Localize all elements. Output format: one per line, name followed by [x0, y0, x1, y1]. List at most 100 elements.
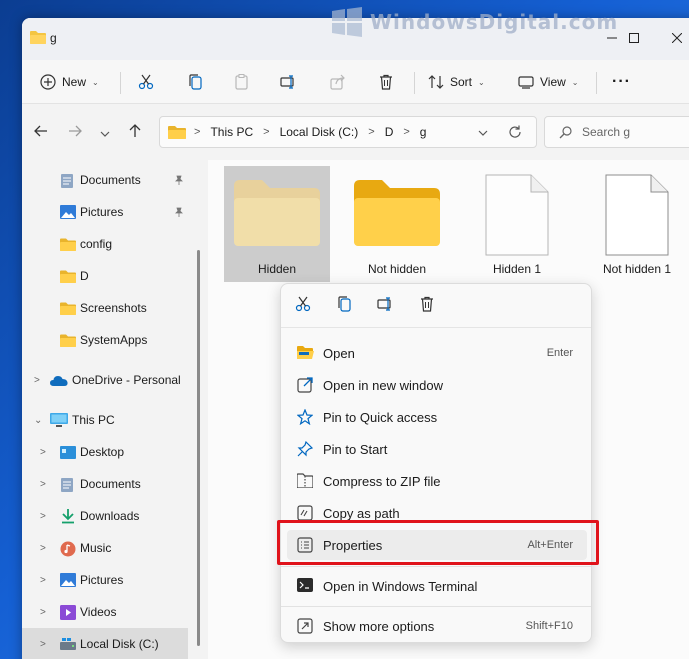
drive-icon	[60, 638, 76, 653]
chevron-right-icon: >	[40, 606, 46, 618]
sidebar-item-pictures[interactable]: > Pictures	[22, 564, 206, 596]
sidebar-item-videos[interactable]: > Videos	[22, 596, 206, 628]
breadcrumb-d[interactable]: D	[385, 125, 394, 139]
copy-menu-button[interactable]	[337, 296, 353, 315]
sidebar-item-label: Desktop	[80, 445, 125, 459]
menu-item-show-more-options[interactable]: Show more options Shift+F10	[287, 611, 587, 641]
sidebar-item-label: Pictures	[80, 205, 124, 219]
breadcrumb-g[interactable]: g	[420, 125, 427, 139]
sidebar-item-this-pc[interactable]: ⌄ This PC	[22, 404, 206, 436]
menu-item-open[interactable]: Open Enter	[287, 338, 587, 368]
sidebar-item-documents[interactable]: > Documents	[22, 468, 206, 500]
sidebar-item-screenshots[interactable]: Screenshots	[22, 292, 206, 324]
window-title: g	[50, 31, 57, 45]
delete-menu-button[interactable]	[419, 296, 435, 315]
view-button[interactable]: View ⌄	[518, 68, 579, 96]
menu-item-pin-to-quick-access[interactable]: Pin to Quick access	[287, 402, 587, 432]
sidebar-item-documents-quick[interactable]: Documents	[22, 164, 206, 196]
star-icon	[296, 408, 314, 428]
refresh-button[interactable]	[508, 125, 522, 142]
sidebar-item-onedrive[interactable]: > OneDrive - Personal	[22, 364, 206, 396]
sidebar-scrollbar[interactable]	[197, 250, 200, 646]
back-button[interactable]	[34, 124, 48, 141]
file-item-hidden[interactable]: Hidden	[224, 166, 330, 282]
breadcrumb-separator-icon: >	[263, 126, 270, 138]
sidebar-item-label: Screenshots	[80, 301, 147, 315]
sidebar-item-label: Videos	[80, 605, 117, 619]
rename-button[interactable]	[280, 68, 298, 96]
documents-icon	[60, 173, 74, 192]
sort-button[interactable]: Sort ⌄	[428, 68, 485, 96]
chevron-right-icon: >	[40, 574, 46, 586]
navigation-pane: Documents Pictures config D Screenshots …	[22, 160, 206, 659]
documents-icon	[60, 477, 74, 496]
copy-button[interactable]	[188, 68, 204, 96]
maximize-button[interactable]	[619, 26, 649, 50]
breadcrumb-this-pc[interactable]: This PC	[210, 125, 253, 139]
menu-item-open-in-new-window[interactable]: Open in new window	[287, 370, 587, 400]
share-button[interactable]	[330, 68, 346, 96]
file-item-hidden-1[interactable]: Hidden 1	[464, 166, 570, 282]
breadcrumb-local-disk[interactable]: Local Disk (C:)	[280, 125, 359, 139]
delete-button[interactable]	[378, 68, 394, 96]
sidebar-item-local-disk[interactable]: > Local Disk (C:)	[22, 628, 188, 659]
forward-button[interactable]	[68, 124, 82, 141]
menu-item-open-in-windows-terminal[interactable]: Open in Windows Terminal	[287, 571, 587, 601]
menu-item-label: Pin to Quick access	[323, 409, 438, 425]
pin-icon	[174, 207, 184, 220]
close-button[interactable]	[662, 26, 689, 50]
menu-item-shortcut: Enter	[546, 347, 573, 359]
document-icon	[485, 174, 549, 256]
command-bar: New ⌄ Sort ⌄ View ⌄ ···	[22, 60, 689, 104]
file-item-not-hidden-1[interactable]: Not hidden 1	[584, 166, 689, 282]
toolbar-divider	[414, 72, 415, 94]
file-name: Not hidden	[367, 262, 427, 276]
cut-menu-button[interactable]	[295, 296, 311, 315]
folder-icon	[234, 180, 320, 246]
windows-logo-icon	[332, 7, 362, 37]
up-button[interactable]	[128, 124, 142, 141]
search-box[interactable]: Search g	[544, 116, 689, 148]
sidebar-item-pictures-quick[interactable]: Pictures	[22, 196, 206, 228]
menu-item-label: Compress to ZIP file	[323, 473, 441, 489]
view-label: View	[540, 75, 566, 89]
sidebar-item-desktop[interactable]: > Desktop	[22, 436, 206, 468]
toolbar-divider	[596, 72, 597, 94]
trash-icon	[421, 296, 433, 312]
file-item-not-hidden[interactable]: Not hidden	[344, 166, 450, 282]
watermark: WindowsDigital.com	[330, 2, 618, 42]
sidebar-item-label: This PC	[72, 413, 115, 427]
annotation-highlight-box	[277, 520, 599, 565]
file-explorer-window: g New ⌄ Sort ⌄ View ⌄ ··· > This PC > Lo…	[22, 18, 689, 659]
cut-button[interactable]	[138, 68, 154, 96]
open-new-window-icon	[297, 377, 313, 396]
arrow-right-icon	[69, 125, 82, 137]
rename-icon	[280, 75, 294, 89]
sidebar-item-d[interactable]: D	[22, 260, 206, 292]
sidebar-item-music[interactable]: > Music	[22, 532, 206, 564]
new-button[interactable]: New ⌄	[40, 68, 99, 96]
sidebar-item-downloads[interactable]: > Downloads	[22, 500, 206, 532]
menu-item-label: Open	[323, 345, 355, 361]
folder-icon	[60, 238, 76, 254]
menu-item-compress-to-zip[interactable]: Compress to ZIP file	[287, 466, 587, 496]
chevron-down-icon: ⌄	[92, 77, 99, 87]
paste-button[interactable]	[234, 68, 250, 96]
sidebar-item-label: Pictures	[80, 573, 124, 587]
address-dropdown-button[interactable]	[478, 127, 488, 141]
chevron-right-icon: >	[40, 478, 46, 490]
arrow-left-icon	[34, 125, 47, 137]
rename-menu-button[interactable]	[377, 296, 395, 315]
more-options-button[interactable]: ···	[612, 68, 631, 96]
recent-locations-button[interactable]	[100, 126, 110, 142]
breadcrumb-separator-icon: >	[368, 126, 375, 138]
trash-icon	[380, 74, 392, 90]
sidebar-item-config[interactable]: config	[22, 228, 206, 260]
search-placeholder: Search g	[582, 125, 631, 139]
address-bar[interactable]: > This PC > Local Disk (C:) > D > g	[159, 116, 537, 148]
copy-icon	[189, 74, 202, 90]
sidebar-item-systemapps[interactable]: SystemApps	[22, 324, 206, 356]
video-icon	[60, 605, 76, 623]
menu-item-pin-to-start[interactable]: Pin to Start	[287, 434, 587, 464]
chevron-down-icon	[478, 130, 488, 136]
